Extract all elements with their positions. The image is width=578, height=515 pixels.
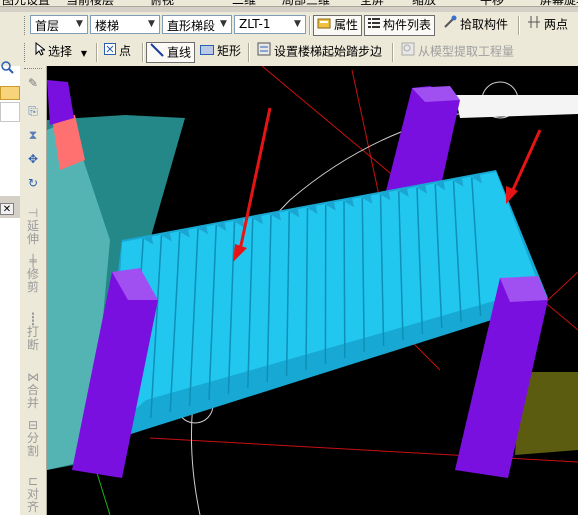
toolbar-separator — [309, 16, 311, 35]
tree-item-selected[interactable] — [0, 86, 20, 100]
merge-tool[interactable]: ⋈ 合并 — [24, 370, 42, 410]
properties-label: 属性 — [334, 18, 359, 32]
rotate-icon[interactable]: ↻ — [24, 176, 42, 190]
toolbar-separator — [392, 43, 394, 62]
point-icon — [104, 42, 116, 61]
select-label: 选择 — [48, 44, 73, 59]
component-name-value: ZLT-1 — [239, 17, 271, 31]
break-icon: ┋ — [29, 312, 37, 326]
move-icon[interactable]: ✥ — [24, 152, 42, 166]
align-tool[interactable]: ⊏ 对齐 — [24, 474, 42, 514]
point-button[interactable]: 点 — [101, 42, 134, 63]
extract-quantity-button[interactable]: 从模型提取工程量 — [398, 42, 517, 63]
tree-item[interactable] — [0, 102, 20, 122]
toolbar-separator — [96, 43, 98, 62]
search-icon[interactable] — [0, 60, 14, 74]
point-label: 点 — [119, 44, 132, 58]
toolbar-separator — [142, 43, 144, 62]
cutoff-item[interactable]: 当前楼层 — [66, 0, 114, 8]
eyedropper-icon — [443, 15, 457, 35]
component-type-value: 楼梯 — [95, 19, 120, 33]
select-button[interactable]: 选择 ▼ — [32, 41, 90, 63]
extract-quantity-label: 从模型提取工程量 — [418, 44, 515, 59]
cutoff-item[interactable]: 二维 — [232, 0, 256, 8]
cutoff-item[interactable]: 全屏 — [360, 0, 384, 8]
properties-icon — [317, 16, 331, 35]
floor-select[interactable]: 首层 ▼ — [30, 15, 88, 34]
cutoff-item[interactable]: 图元设置 — [2, 0, 50, 8]
cursor-icon — [35, 41, 47, 62]
split-label: 分割 — [27, 431, 40, 458]
align-label: 对齐 — [27, 487, 40, 514]
toolbar-grip — [24, 68, 42, 71]
line-button[interactable]: 直线 — [146, 42, 196, 63]
split-icon: ⊟ — [27, 418, 39, 432]
beam — [455, 95, 578, 118]
component-subtype-value: 直形梯段 — [167, 19, 216, 33]
mirror-icon[interactable]: ⧗ — [24, 128, 42, 142]
extend-label: 延伸 — [27, 219, 40, 246]
list-icon — [368, 16, 380, 35]
axis-icon — [527, 15, 541, 35]
two-points-button[interactable]: 两点 — [524, 15, 571, 36]
set-start-step-label: 设置楼梯起始踏步边 — [274, 44, 383, 59]
set-start-step-button[interactable]: 设置楼梯起始踏步边 — [254, 42, 385, 63]
rectangle-icon — [200, 42, 214, 61]
two-points-label: 两点 — [544, 17, 569, 32]
toolbar-grip — [24, 16, 28, 35]
chevron-down-icon[interactable]: ▼ — [81, 49, 87, 58]
extend-tool[interactable]: ⊣ 延伸 — [24, 206, 42, 246]
chevron-down-icon[interactable]: ▼ — [144, 16, 159, 33]
copy-icon[interactable]: ⎘ — [24, 104, 42, 118]
component-list-label: 构件列表 — [383, 18, 432, 32]
3d-viewport[interactable] — [47, 66, 578, 515]
cutoff-item[interactable]: 平移 — [480, 0, 504, 8]
extend-icon: ⊣ — [27, 206, 39, 220]
line-label: 直线 — [167, 45, 192, 60]
trim-tool[interactable]: ╪ 修剪 — [24, 254, 42, 294]
component-list-button[interactable]: 构件列表 — [364, 15, 436, 36]
line-icon — [150, 43, 164, 63]
chevron-down-icon[interactable]: ▼ — [72, 16, 87, 33]
component-subtype-select[interactable]: 直形梯段 ▼ — [162, 15, 232, 34]
drawing-toolbar: 选择 ▼ 点 直线 矩形 设置楼梯起始踏步边 从模型提取工程量 — [0, 39, 578, 67]
rect-button[interactable]: 矩形 — [197, 42, 244, 63]
component-name-select[interactable]: ZLT-1 ▼ — [234, 15, 306, 34]
left-panel-lower — [0, 218, 21, 515]
pick-component-button[interactable]: 拾取构件 — [440, 15, 511, 36]
stair-tread-line — [343, 201, 346, 359]
cutoff-item[interactable]: 局部三维 — [282, 0, 330, 8]
top-cutoff-toolbar: 图元设置 当前楼层 俯视 二维 局部三维 全屏 缩放 平移 屏幕旋转 — [0, 0, 578, 7]
properties-button[interactable]: 属性 — [313, 15, 363, 36]
left-panel-upper — [0, 61, 21, 196]
chevron-down-icon[interactable]: ▼ — [216, 16, 231, 33]
toolbar-separator — [518, 16, 520, 35]
merge-icon: ⋈ — [27, 370, 39, 384]
component-toolbar: 首层 ▼ 楼梯 ▼ 直形梯段 ▼ ZLT-1 ▼ 属性 构件列表 拾取构件 两点 — [0, 12, 578, 40]
rect-label: 矩形 — [217, 44, 242, 58]
pick-component-label: 拾取构件 — [460, 17, 509, 32]
split-tool[interactable]: ⊟ 分割 — [24, 418, 42, 458]
break-label: 打断 — [27, 325, 40, 352]
close-icon[interactable]: ✕ — [0, 203, 14, 215]
chevron-down-icon[interactable]: ▼ — [290, 16, 305, 33]
paint-brush-icon[interactable]: ✎ — [24, 76, 42, 90]
cutoff-item[interactable]: 俯视 — [150, 0, 174, 8]
merge-label: 合并 — [27, 383, 40, 410]
trim-icon: ╪ — [29, 254, 37, 268]
cutoff-item[interactable]: 屏幕旋转 — [540, 0, 578, 8]
modify-toolbar: ✎ ⎘ ⧗ ✥ ↻ ⊣ 延伸 ╪ 修剪 ┋ 打断 ⋈ 合并 ⊟ 分割 ⊏ 对齐 — [20, 66, 47, 515]
align-icon: ⊏ — [27, 474, 39, 488]
extract-icon — [401, 42, 415, 62]
cutoff-item[interactable]: 缩放 — [412, 0, 436, 8]
toolbar-grip — [24, 43, 28, 62]
toolbar-separator — [248, 43, 250, 62]
break-tool[interactable]: ┋ 打断 — [24, 312, 42, 352]
3d-scene[interactable] — [47, 66, 578, 515]
floor-select-value: 首层 — [35, 19, 60, 33]
trim-label: 修剪 — [27, 267, 40, 294]
component-type-select[interactable]: 楼梯 ▼ — [90, 15, 160, 34]
stair-edge-icon — [257, 42, 271, 62]
